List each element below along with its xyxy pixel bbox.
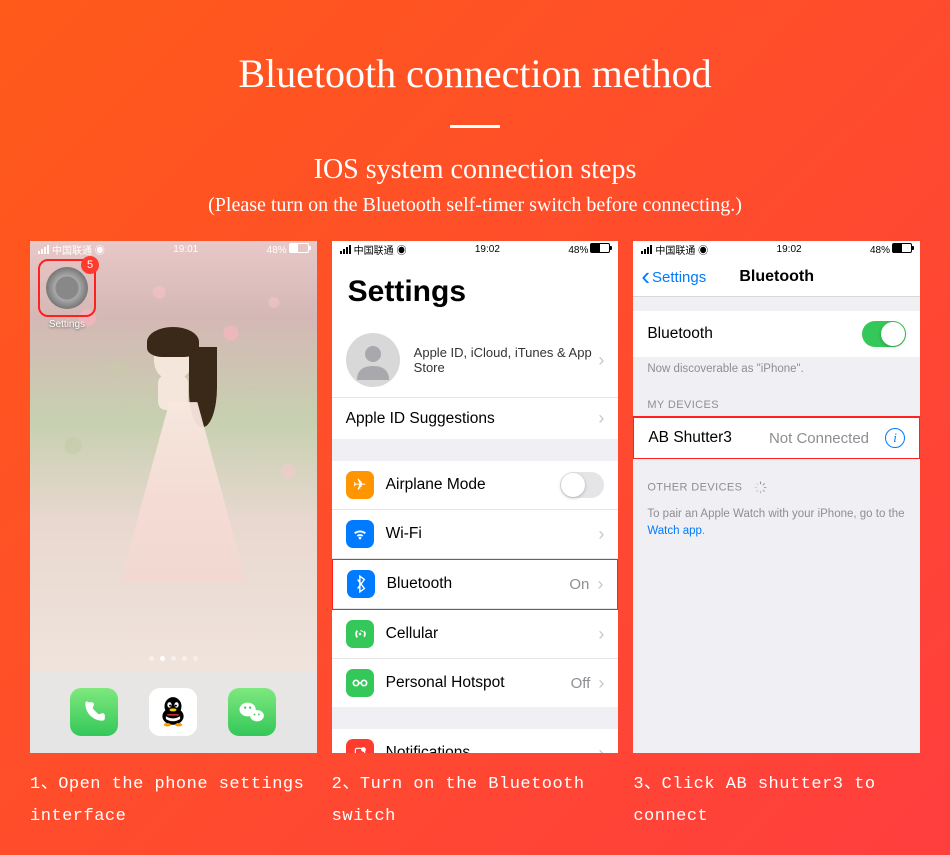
avatar-icon (346, 333, 400, 387)
phone-1: 中国联通 ◉ 19:01 48% 5 Settings (30, 241, 317, 753)
chevron-right-icon: › (598, 624, 604, 645)
captions-row: 1、Open the phone settings interface 2、Tu… (0, 753, 950, 834)
dock (30, 671, 317, 753)
cellular-icon (346, 620, 374, 648)
device-name: AB Shutter3 (648, 429, 769, 447)
settings-app-label: Settings (38, 319, 96, 330)
settings-title: Settings (332, 257, 619, 323)
status-bar: 中国联通 ◉ 19:02 48% (633, 241, 920, 257)
back-button[interactable]: Settings (641, 261, 706, 292)
page-note: (Please turn on the Bluetooth self-timer… (0, 194, 950, 217)
airplane-icon: ✈ (346, 471, 374, 499)
pair-note: To pair an Apple Watch with your iPhone,… (633, 500, 920, 541)
other-devices-header: OTHER DEVICES (633, 459, 920, 500)
caption-2: 2、Turn on the Bluetooth switch (332, 769, 619, 834)
phone-app-icon[interactable] (70, 688, 118, 736)
bluetooth-highlight: Bluetooth On › (332, 558, 619, 611)
spinner-icon (754, 481, 767, 494)
carrier: 中国联通 ◉ (641, 242, 708, 257)
chevron-right-icon: › (598, 743, 604, 754)
screen-title: Bluetooth (739, 268, 814, 286)
title-divider (450, 125, 500, 128)
caption-1: 1、Open the phone settings interface (30, 769, 317, 834)
battery: 48% (267, 243, 309, 256)
phone-2: 中国联通 ◉ 19:02 48% Settings Apple ID, iClo… (332, 241, 619, 753)
wifi-row[interactable]: Wi-Fi › (332, 510, 619, 559)
nav-bar: Settings Bluetooth (633, 257, 920, 297)
page-dots (30, 656, 317, 661)
notification-badge: 5 (81, 256, 99, 274)
bluetooth-label: Bluetooth (387, 575, 570, 593)
chevron-right-icon: › (598, 673, 604, 694)
wifi-label: Wi-Fi (386, 525, 599, 543)
bluetooth-toggle[interactable] (862, 321, 906, 347)
gear-icon (46, 267, 88, 309)
status-time: 19:01 (173, 244, 198, 255)
suggestions-label: Apple ID Suggestions (346, 410, 599, 428)
status-time: 19:02 (777, 244, 802, 255)
phones-row: 中国联通 ◉ 19:01 48% 5 Settings 中国联通 ◉ 19:02… (0, 217, 950, 753)
ab-shutter3-device-row[interactable]: AB Shutter3 Not Connected i (634, 418, 919, 458)
page-subtitle: IOS system connection steps (0, 154, 950, 186)
airplane-label: Airplane Mode (386, 476, 561, 494)
caption-3: 3、Click AB shutter3 to connect (633, 769, 920, 834)
bluetooth-row[interactable]: Bluetooth On › (333, 560, 618, 609)
notifications-label: Notifications (386, 744, 599, 753)
bluetooth-value: On (569, 576, 589, 593)
carrier: 中国联通 ◉ (38, 242, 105, 257)
wallpaper-figure (113, 333, 233, 593)
wifi-icon: ◉ (698, 246, 708, 257)
cellular-row[interactable]: Cellular › (332, 610, 619, 659)
notifications-row[interactable]: Notifications › (332, 729, 619, 753)
settings-screen: Settings Apple ID, iCloud, iTunes & App … (332, 257, 619, 753)
bluetooth-label: Bluetooth (647, 325, 862, 343)
carrier: 中国联通 ◉ (340, 242, 407, 257)
chevron-right-icon: › (598, 350, 604, 371)
settings-app[interactable]: 5 (38, 259, 96, 317)
status-bar: 中国联通 ◉ 19:02 48% (332, 241, 619, 257)
apple-id-label: Apple ID, iCloud, iTunes & App Store (414, 345, 599, 375)
hotspot-icon (346, 669, 374, 697)
battery: 48% (568, 243, 610, 256)
my-devices-header: MY DEVICES (633, 377, 920, 417)
cellular-label: Cellular (386, 625, 599, 643)
airplane-toggle[interactable] (560, 472, 604, 498)
bluetooth-toggle-row[interactable]: Bluetooth (633, 311, 920, 357)
wifi-icon: ◉ (396, 246, 406, 257)
wifi-icon (346, 520, 374, 548)
apple-id-suggestions-row[interactable]: Apple ID Suggestions › (332, 398, 619, 439)
wechat-app-icon[interactable] (228, 688, 276, 736)
hotspot-row[interactable]: Personal Hotspot Off › (332, 659, 619, 707)
phone-3: 中国联通 ◉ 19:02 48% Settings Bluetooth Blue… (633, 241, 920, 753)
chevron-right-icon: › (598, 408, 604, 429)
chevron-right-icon: › (598, 524, 604, 545)
info-icon[interactable]: i (885, 428, 905, 448)
discoverable-note: Now discoverable as "iPhone". (633, 357, 920, 377)
page-title: Bluetooth connection method (0, 0, 950, 97)
battery: 48% (870, 243, 912, 256)
device-highlight: AB Shutter3 Not Connected i (633, 416, 920, 460)
apple-id-row[interactable]: Apple ID, iCloud, iTunes & App Store › (332, 323, 619, 398)
hotspot-label: Personal Hotspot (386, 674, 571, 692)
hotspot-value: Off (571, 675, 591, 692)
chevron-right-icon: › (597, 574, 603, 595)
airplane-mode-row[interactable]: ✈ Airplane Mode (332, 461, 619, 510)
wifi-icon: ◉ (95, 246, 105, 257)
bluetooth-icon (347, 570, 375, 598)
notifications-icon (346, 739, 374, 753)
qq-app-icon[interactable] (149, 688, 197, 736)
watch-app-link[interactable]: Watch app (647, 525, 702, 537)
device-status: Not Connected (769, 430, 869, 447)
status-time: 19:02 (475, 244, 500, 255)
status-bar: 中国联通 ◉ 19:01 48% (30, 241, 317, 257)
